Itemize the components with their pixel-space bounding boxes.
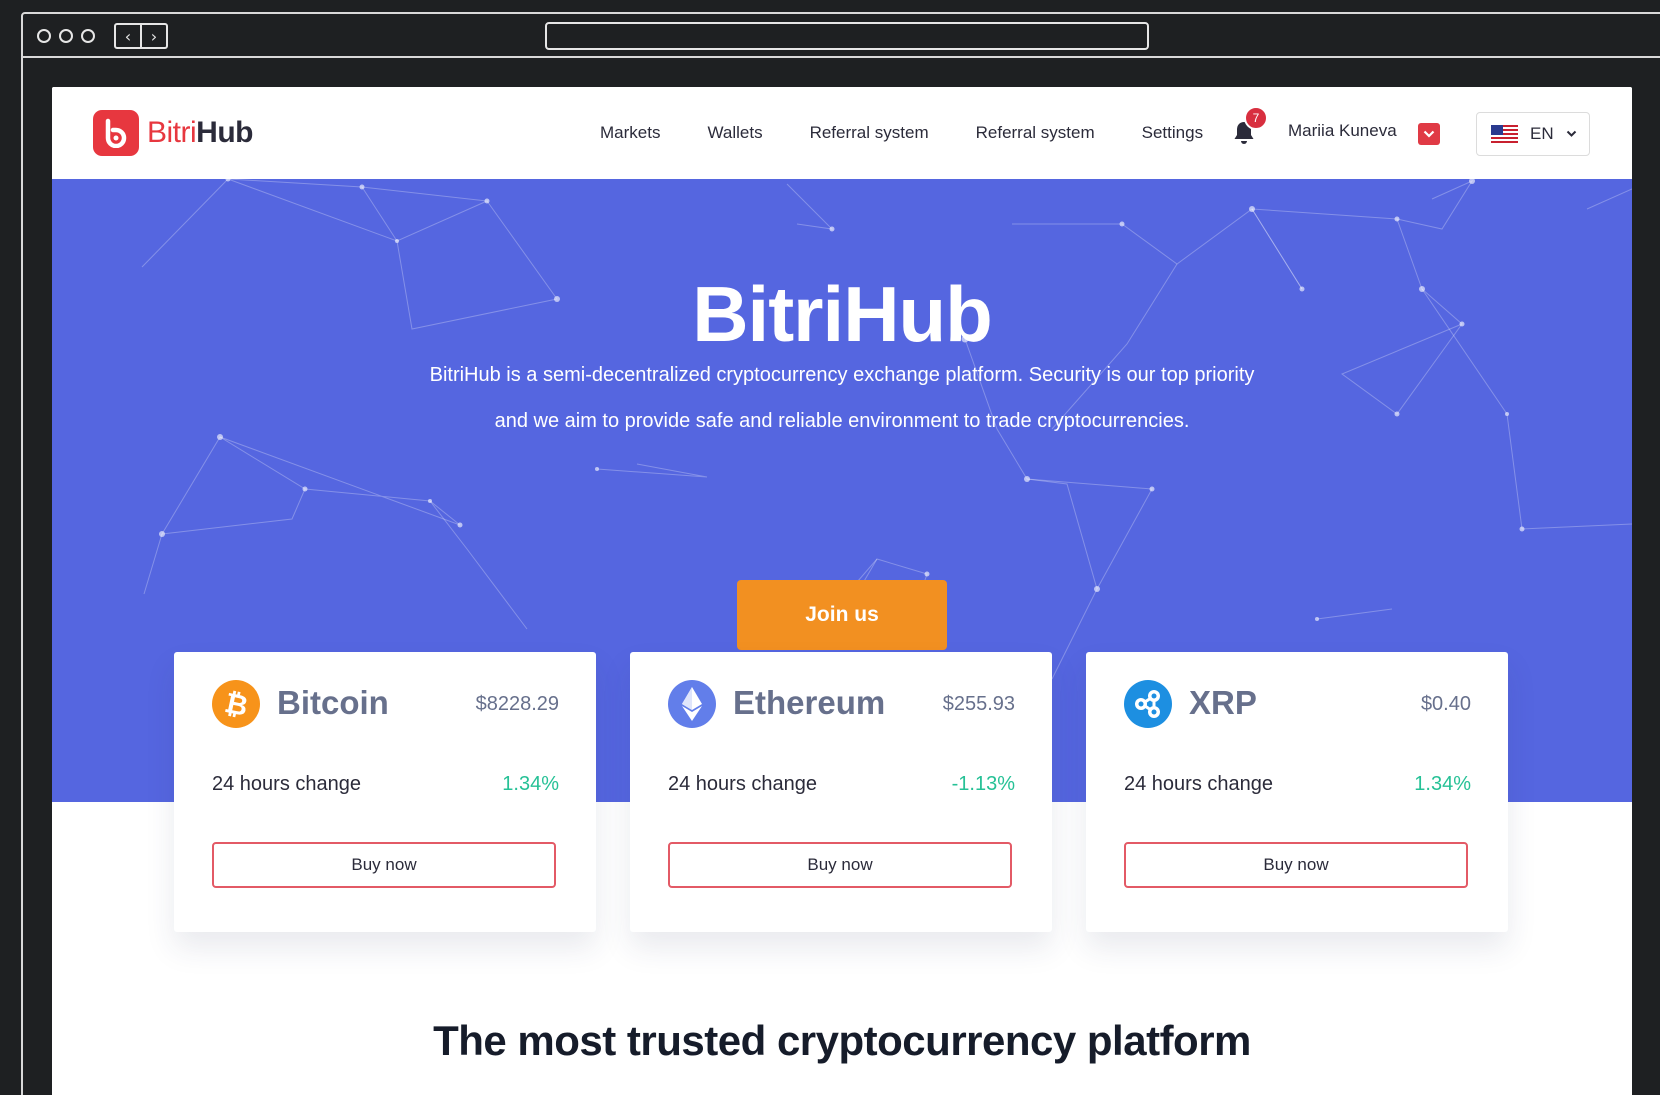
window-close-icon[interactable] [37,29,51,43]
coin-price: $0.40 [1420,693,1471,715]
bitcoin-icon: ₿ [212,680,260,728]
buy-now-button[interactable]: Buy now [212,842,556,888]
hero-description: BitriHub is a semi-decentralized cryptoc… [52,352,1632,444]
web-page: BitriHub Markets Wallets Referral system… [52,87,1632,1095]
address-bar[interactable] [545,22,1149,50]
coin-card-ethereum: Ethereum $255.93 24 hours change -1.13% … [630,652,1052,932]
change-value: 1.34% [1414,773,1471,795]
history-buttons: ‹ › [114,23,168,49]
coin-card-xrp: XRP $0.40 24 hours change 1.34% Buy now [1086,652,1508,932]
hero-description-line-2: and we aim to provide safe and reliable … [494,410,1190,432]
logo-text-suffix: Hub [196,116,253,149]
join-us-button[interactable]: Join us [737,580,947,650]
user-menu-chevron-down-icon[interactable] [1418,123,1440,145]
change-label: 24 hours change [1124,773,1274,795]
browser-toolbar: ‹ › [23,14,1660,58]
chevron-down-icon [1566,130,1576,137]
nav-item-settings[interactable]: Settings [1142,123,1203,143]
language-selector[interactable]: EN [1476,112,1590,156]
hero-title: BitriHub [692,270,993,358]
bitrihub-logo-icon [93,110,139,156]
change-label: 24 hours change [668,773,818,795]
site-header: BitriHub Markets Wallets Referral system… [52,87,1632,179]
nav-item-referral-system[interactable]: Referral system [810,123,929,143]
change-label: 24 hours change [212,773,362,795]
main-nav: Markets Wallets Referral system Referral… [600,87,1250,179]
nav-item-referral-system-2[interactable]: Referral system [976,123,1095,143]
coin-name: Bitcoin [277,684,389,721]
language-label: EN [1530,124,1554,143]
window-minimize-icon[interactable] [59,29,73,43]
logo-text: BitriHub [147,116,253,150]
notification-badge: 7 [1244,106,1268,130]
change-value: -1.13% [951,773,1015,795]
coin-name: Ethereum [733,684,886,721]
site-logo[interactable]: BitriHub [93,110,253,156]
section-title: The most trusted cryptocurrency platform [433,1017,1251,1064]
coin-card-bitcoin: ₿ Bitcoin $8228.29 24 hours change 1.34%… [174,652,596,932]
user-name[interactable]: Mariia Kuneva [1288,121,1397,141]
coin-price: $8228.29 [475,693,559,715]
xrp-icon [1124,680,1172,728]
ethereum-icon [668,680,716,728]
buy-now-button[interactable]: Buy now [1124,842,1468,888]
coin-cards: ₿ Bitcoin $8228.29 24 hours change 1.34%… [174,652,1510,932]
logo-text-prefix: Bitri [147,116,197,149]
forward-arrow-icon[interactable]: › [140,25,166,47]
coin-price: $255.93 [942,693,1015,715]
back-arrow-icon[interactable]: ‹ [116,25,140,47]
coin-name: XRP [1189,684,1257,721]
buy-now-button[interactable]: Buy now [668,842,1012,888]
window-maximize-icon[interactable] [81,29,95,43]
us-flag-icon [1491,125,1518,143]
nav-item-wallets[interactable]: Wallets [707,123,762,143]
hero-description-line-1: BitriHub is a semi-decentralized cryptoc… [429,364,1255,386]
nav-item-markets[interactable]: Markets [600,123,660,143]
change-value: 1.34% [502,773,559,795]
